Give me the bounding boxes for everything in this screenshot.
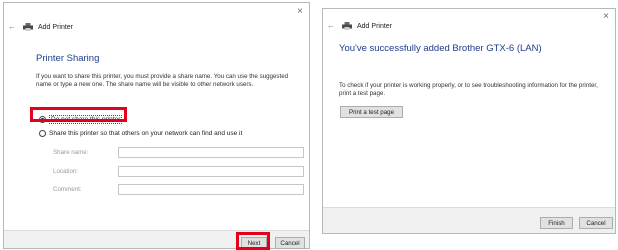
finish-button[interactable]: Finish	[540, 217, 573, 229]
test-page-description: To check if your printer is working prop…	[339, 82, 598, 97]
comment-label: Comment:	[53, 186, 82, 193]
location-input[interactable]	[118, 166, 304, 177]
add-printer-window-sharing: × ← Add Printer Printer Sharing If you w…	[3, 2, 310, 249]
next-button[interactable]: Next	[241, 237, 267, 249]
location-row: Location:	[53, 166, 304, 177]
radio-do-not-share-label: Do not share this printer	[49, 115, 123, 124]
sharing-description: If you want to share this printer, you m…	[36, 73, 289, 88]
window-titlebar: ← Add Printer	[8, 23, 73, 31]
print-test-page-button[interactable]: Print a test page	[340, 106, 403, 118]
cancel-button[interactable]: Cancel	[579, 217, 613, 229]
back-arrow-icon[interactable]: ←	[8, 23, 16, 31]
radio-share-label: Share this printer so that others on you…	[49, 130, 243, 137]
radio-do-not-share[interactable]: Do not share this printer	[39, 115, 123, 124]
window-titlebar: ← Add Printer	[327, 22, 392, 30]
close-icon[interactable]: ×	[297, 7, 303, 17]
success-heading: You've successfully added Brother GTX-6 …	[339, 43, 542, 54]
printer-icon	[342, 22, 352, 30]
back-arrow-icon[interactable]: ←	[327, 22, 335, 30]
window-title: Add Printer	[38, 23, 74, 31]
window-title: Add Printer	[357, 22, 393, 30]
radio-button-unchecked[interactable]	[39, 130, 46, 137]
printer-icon	[23, 23, 33, 31]
add-printer-window-success: × ← Add Printer You've successfully adde…	[322, 8, 616, 234]
close-icon[interactable]: ×	[603, 12, 609, 22]
page-title: Printer Sharing	[36, 53, 100, 64]
share-name-input[interactable]	[118, 147, 304, 158]
location-label: Location:	[53, 168, 79, 175]
cancel-button[interactable]: Cancel	[275, 237, 305, 249]
radio-share[interactable]: Share this printer so that others on you…	[39, 130, 242, 137]
share-name-row: Share name:	[53, 147, 304, 158]
radio-button-checked[interactable]	[39, 116, 46, 123]
comment-input[interactable]	[118, 184, 304, 195]
share-name-label: Share name:	[53, 149, 89, 156]
comment-row: Comment:	[53, 184, 304, 195]
